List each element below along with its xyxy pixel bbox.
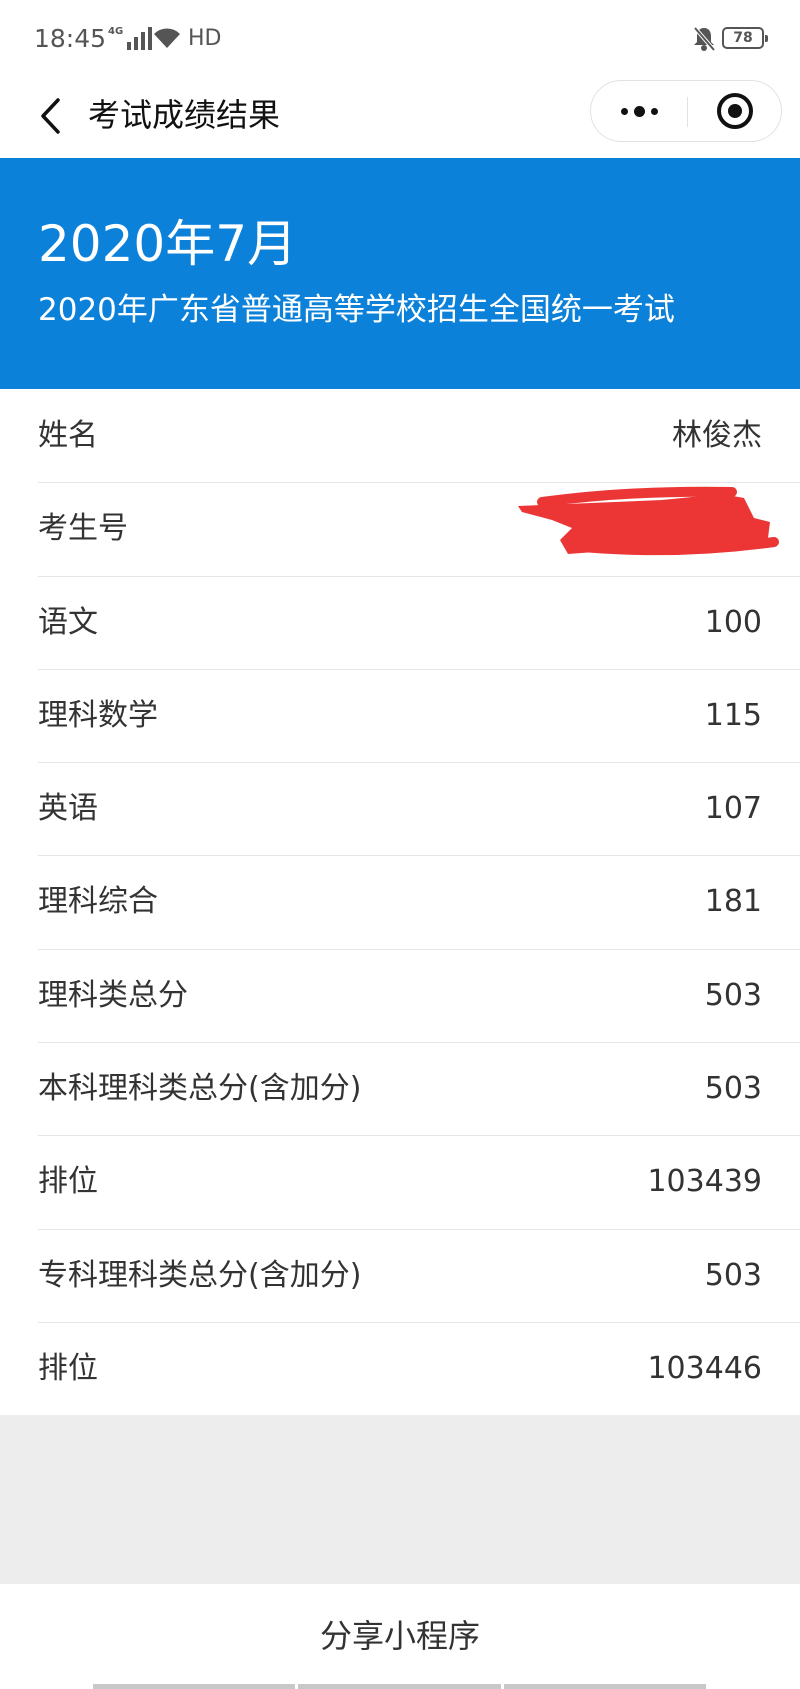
row-label: 理科综合 (38, 884, 158, 920)
battery-icon: 78 (722, 27, 768, 49)
wifi-icon (154, 28, 180, 48)
mini-program-capsule (590, 80, 782, 142)
hd-indicator: HD (188, 26, 222, 51)
share-mini-program-button[interactable]: 分享小程序 (0, 1584, 800, 1689)
row-value: 100 (704, 604, 762, 640)
result-row-junior-college-total: 专科理科类总分(含加分) 503 (0, 1228, 800, 1322)
result-row-math: 理科数学 115 (0, 668, 800, 762)
result-row-undergrad-rank: 排位 103439 (0, 1135, 800, 1228)
row-value: 107 (704, 791, 762, 827)
nav-bar: 考试成绩结果 (0, 80, 800, 158)
result-row-science-total: 理科类总分 503 (0, 948, 800, 1042)
row-label: 考生号 (38, 511, 128, 547)
result-row-chinese: 语文 100 (0, 575, 800, 669)
more-button[interactable] (591, 81, 687, 141)
row-value: 503 (704, 977, 762, 1013)
network-type: 4G (108, 26, 124, 37)
page-title: 考试成绩结果 (88, 96, 281, 134)
bottom-tab-strip (93, 1684, 706, 1689)
row-label: 理科类总分 (38, 977, 188, 1013)
row-label: 姓名 (38, 418, 98, 453)
row-value: 503 (704, 1257, 762, 1293)
result-row-candidate-number: 考生号 (0, 482, 800, 575)
bottom-sheet: 分享小程序 (0, 1584, 800, 1689)
result-row-junior-college-rank: 排位 103446 (0, 1321, 800, 1415)
back-button[interactable] (24, 90, 76, 142)
row-value: 181 (704, 884, 762, 920)
result-row-undergrad-total: 本科理科类总分(含加分) 503 (0, 1042, 800, 1135)
more-icon (620, 107, 628, 115)
row-value: 103446 (647, 1350, 762, 1386)
result-row-science-comprehensive: 理科综合 181 (0, 855, 800, 948)
result-list: 姓名 林俊杰 考生号 语文 100 理科数学 115 英语 107 理科综合 1… (0, 389, 800, 1416)
status-time: 18:45 (34, 24, 107, 53)
row-label: 排位 (38, 1164, 98, 1200)
row-label: 专科理科类总分(含加分) (38, 1257, 362, 1293)
battery-level: 78 (733, 30, 753, 46)
row-value: 103439 (647, 1164, 762, 1200)
row-label: 英语 (38, 791, 98, 827)
result-row-english: 英语 107 (0, 762, 800, 855)
bell-muted-icon (693, 26, 716, 52)
result-row-name: 姓名 林俊杰 (0, 389, 800, 482)
exam-name: 2020年广东省普通高等学校招生全国统一考试 (38, 292, 675, 328)
signal-icon: 4G (108, 26, 153, 50)
row-value: 林俊杰 (672, 418, 762, 453)
exam-date: 2020年7月 (38, 215, 298, 273)
row-label: 排位 (38, 1350, 98, 1386)
row-label: 理科数学 (38, 697, 158, 733)
exam-banner: 2020年7月 2020年广东省普通高等学校招生全国统一考试 (0, 158, 800, 389)
row-value: 115 (704, 697, 762, 733)
row-label: 本科理科类总分(含加分) (38, 1071, 362, 1107)
target-close-icon (717, 93, 753, 129)
chevron-left-icon (41, 98, 60, 134)
status-bar: 18:45 4G HD 78 (0, 0, 800, 80)
redaction-scribble (518, 487, 779, 556)
row-value: 503 (704, 1071, 762, 1107)
row-label: 语文 (38, 604, 98, 640)
close-mini-program-button[interactable] (688, 81, 782, 141)
